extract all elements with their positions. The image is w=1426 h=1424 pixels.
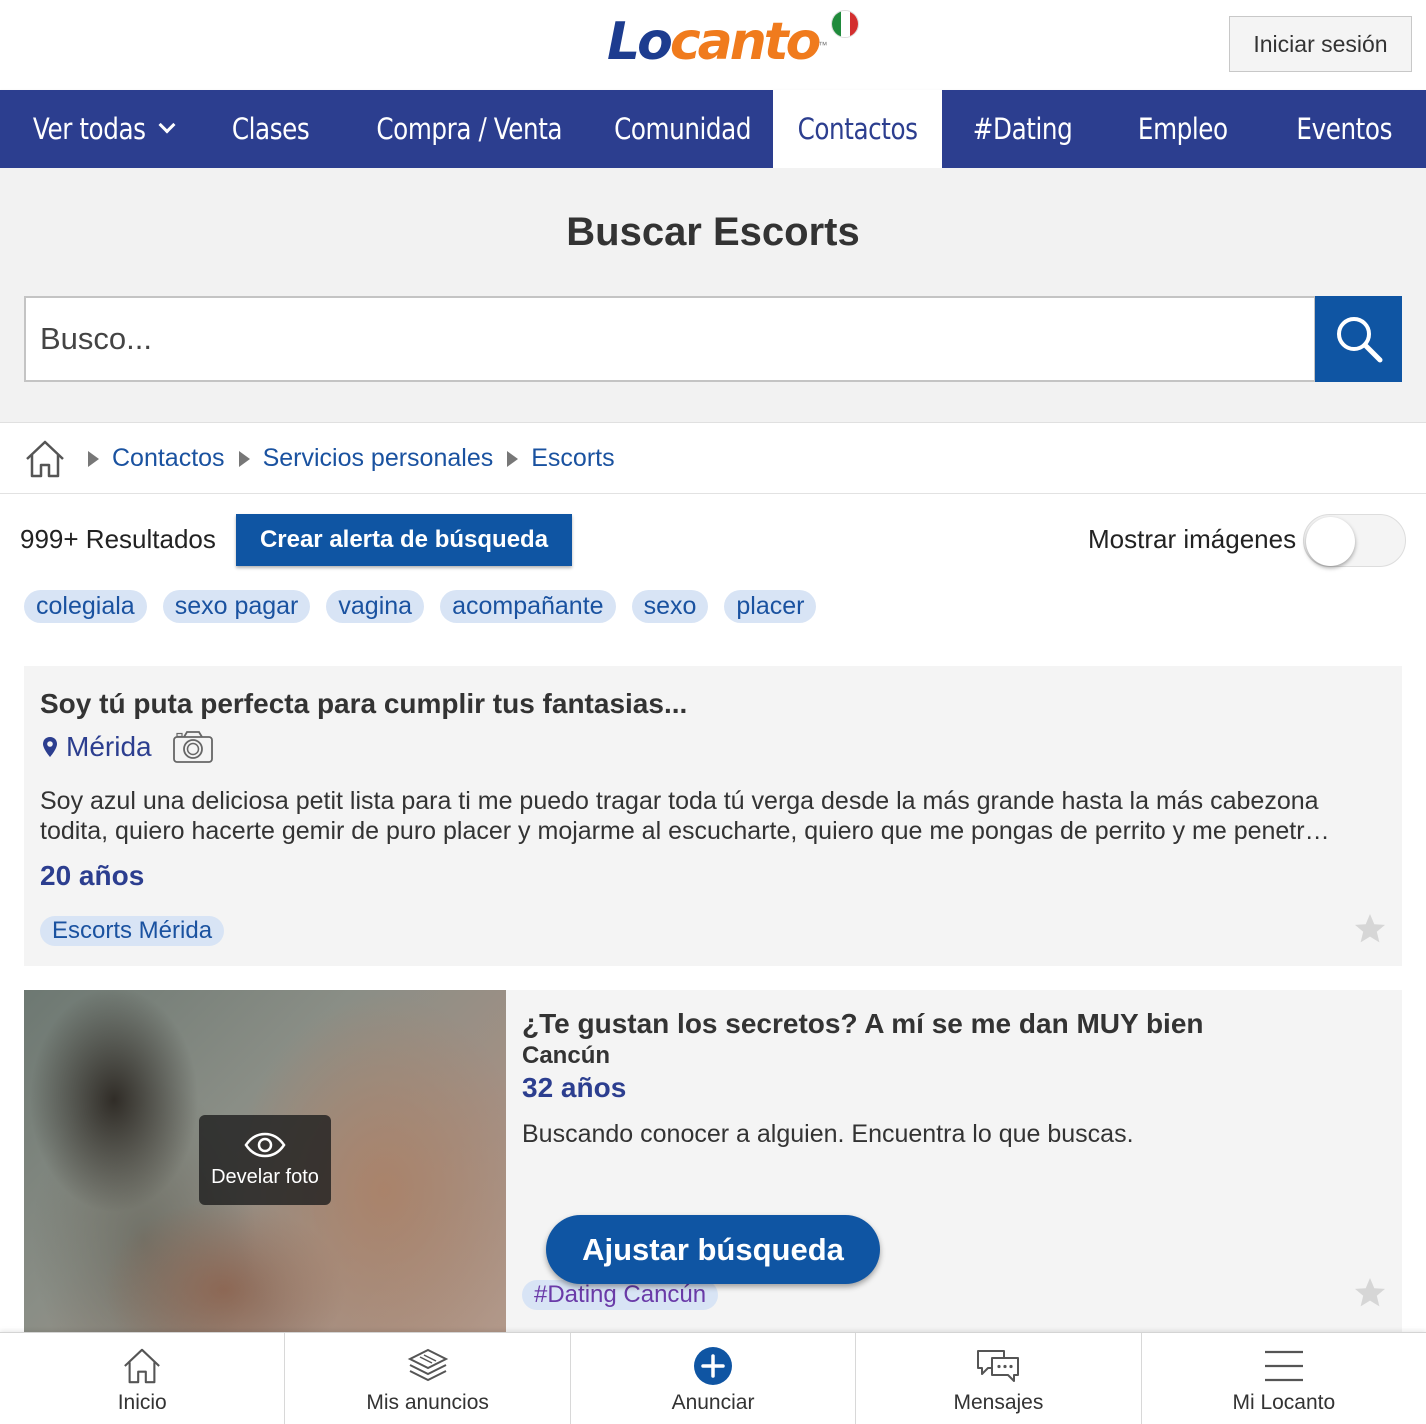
nav-item-contactos[interactable]: Contactos xyxy=(773,90,942,168)
tab-label: Mi Locanto xyxy=(1232,1391,1336,1414)
nav-item-label: Comunidad xyxy=(614,112,751,146)
header: Locanto ™ Iniciar sesión xyxy=(0,0,1426,90)
logo-trademark: ™ xyxy=(818,40,828,50)
category-nav: Ver todas Clases Compra / Venta Comunida… xyxy=(0,90,1426,168)
tab-mi-locanto[interactable]: Mi Locanto xyxy=(1142,1333,1426,1424)
listing-age: 20 años xyxy=(40,860,145,891)
nav-item-label: Clases xyxy=(232,112,310,146)
breadcrumb: Contactos Servicios personales Escorts xyxy=(0,424,1426,494)
listing-title[interactable]: Soy tú puta perfecta para cumplir tus fa… xyxy=(40,688,687,720)
favorite-star-icon[interactable] xyxy=(1353,1276,1387,1310)
toggle-knob xyxy=(1306,517,1355,566)
listing-city: Mérida xyxy=(66,731,152,762)
listing-photo-blurred: Develar foto xyxy=(24,990,506,1335)
page: Locanto ™ Iniciar sesión Ver todas Clase… xyxy=(0,0,1426,1424)
adjust-search-button[interactable]: Ajustar búsqueda xyxy=(546,1215,880,1284)
tab-label: Mensajes xyxy=(953,1391,1044,1414)
listing-description: Soy azul una deliciosa petit lista para … xyxy=(40,787,1330,845)
listing-card[interactable]: Soy tú puta perfecta para cumplir tus fa… xyxy=(24,666,1402,966)
logo-wordmark: Locanto xyxy=(607,12,821,72)
eye-icon xyxy=(244,1132,286,1157)
reveal-photo-label: Develar foto xyxy=(211,1165,319,1188)
nav-item-label: Contactos xyxy=(797,112,918,146)
home-icon xyxy=(26,440,64,477)
listing-location: Mérida xyxy=(40,730,214,764)
breadcrumb-home[interactable] xyxy=(24,438,66,480)
nav-item-clases[interactable]: Clases xyxy=(196,90,346,168)
plus-circle-icon xyxy=(694,1347,733,1385)
menu-icon xyxy=(1264,1350,1303,1382)
nav-item-label: #Dating xyxy=(973,112,1073,146)
tab-inicio[interactable]: Inicio xyxy=(0,1333,286,1424)
login-button[interactable]: Iniciar sesión xyxy=(1229,16,1412,72)
listing-category-tag[interactable]: Escorts Mérida xyxy=(40,916,225,946)
listing-title[interactable]: ¿Te gustan los secretos? A mí se me dan … xyxy=(522,1008,1204,1040)
location-pin-icon xyxy=(40,735,60,759)
nav-item-label: Ver todas xyxy=(32,112,146,146)
tag-chip[interactable]: placer xyxy=(724,590,817,623)
tag-chip[interactable]: colegiala xyxy=(24,590,147,623)
bottom-tab-bar: Inicio Mis anuncios Anunciar Mensajes Mi… xyxy=(0,1332,1426,1424)
search-input[interactable] xyxy=(24,296,1316,382)
listing-description: Buscando conocer a alguien. Encuentra lo… xyxy=(522,1120,1134,1148)
tag-chip[interactable]: sexo xyxy=(631,590,709,623)
chevron-down-icon xyxy=(158,116,176,134)
search-icon xyxy=(1336,317,1382,363)
reveal-photo-button[interactable]: Develar foto xyxy=(199,1115,331,1205)
page-title: Buscar Escorts xyxy=(566,210,860,254)
breadcrumb-separator-icon xyxy=(88,450,99,467)
breadcrumb-escorts[interactable]: Escorts xyxy=(531,444,614,473)
show-images-toggle[interactable] xyxy=(1303,514,1406,567)
tag-chip[interactable]: vagina xyxy=(326,590,425,623)
tab-label: Anunciar xyxy=(671,1391,755,1414)
nav-item-comunidad[interactable]: Comunidad xyxy=(592,90,773,168)
favorite-star-icon[interactable] xyxy=(1353,912,1387,946)
results-count: 999+ Resultados xyxy=(20,524,216,554)
tag-chip[interactable]: sexo pagar xyxy=(162,590,311,623)
tab-mis-anuncios[interactable]: Mis anuncios xyxy=(285,1333,571,1424)
tab-anunciar[interactable]: Anunciar xyxy=(571,1333,857,1424)
mexico-flag-icon xyxy=(831,10,860,38)
nav-item-compra-venta[interactable]: Compra / Venta xyxy=(346,90,592,168)
layers-icon xyxy=(407,1348,448,1382)
nav-item-label: Eventos xyxy=(1296,112,1392,146)
tag-chip[interactable]: acompañante xyxy=(440,590,616,623)
nav-item-eventos[interactable]: Eventos xyxy=(1262,90,1426,168)
camera-icon xyxy=(172,731,213,763)
related-tags: colegiala sexo pagar vagina acompañante … xyxy=(24,590,817,623)
tab-label: Inicio xyxy=(117,1391,167,1414)
listing-city: Cancún xyxy=(522,1042,611,1069)
listing-age: 32 años xyxy=(522,1072,627,1103)
show-images-label: Mostrar imágenes xyxy=(1088,524,1297,554)
breadcrumb-contactos[interactable]: Contactos xyxy=(112,444,225,473)
chat-icon xyxy=(977,1350,1020,1382)
tab-label: Mis anuncios xyxy=(366,1391,489,1414)
nav-item-dating[interactable]: #Dating xyxy=(942,90,1104,168)
listing-category-tag[interactable]: #Dating Cancún xyxy=(522,1280,719,1310)
nav-item-empleo[interactable]: Empleo xyxy=(1104,90,1262,168)
create-search-alert-button[interactable]: Crear alerta de búsqueda xyxy=(236,514,572,566)
nav-item-ver-todas[interactable]: Ver todas xyxy=(0,90,196,168)
tab-mensajes[interactable]: Mensajes xyxy=(856,1333,1142,1424)
locanto-logo[interactable]: Locanto ™ xyxy=(607,10,860,74)
search-button[interactable] xyxy=(1315,296,1402,382)
breadcrumb-servicios-personales[interactable]: Servicios personales xyxy=(263,444,494,473)
nav-item-label: Empleo xyxy=(1138,112,1228,146)
home-icon xyxy=(124,1348,161,1384)
breadcrumb-separator-icon xyxy=(507,450,519,467)
breadcrumb-separator-icon xyxy=(238,450,250,467)
nav-item-label: Compra / Venta xyxy=(376,112,562,146)
search-section: Buscar Escorts xyxy=(0,168,1426,423)
